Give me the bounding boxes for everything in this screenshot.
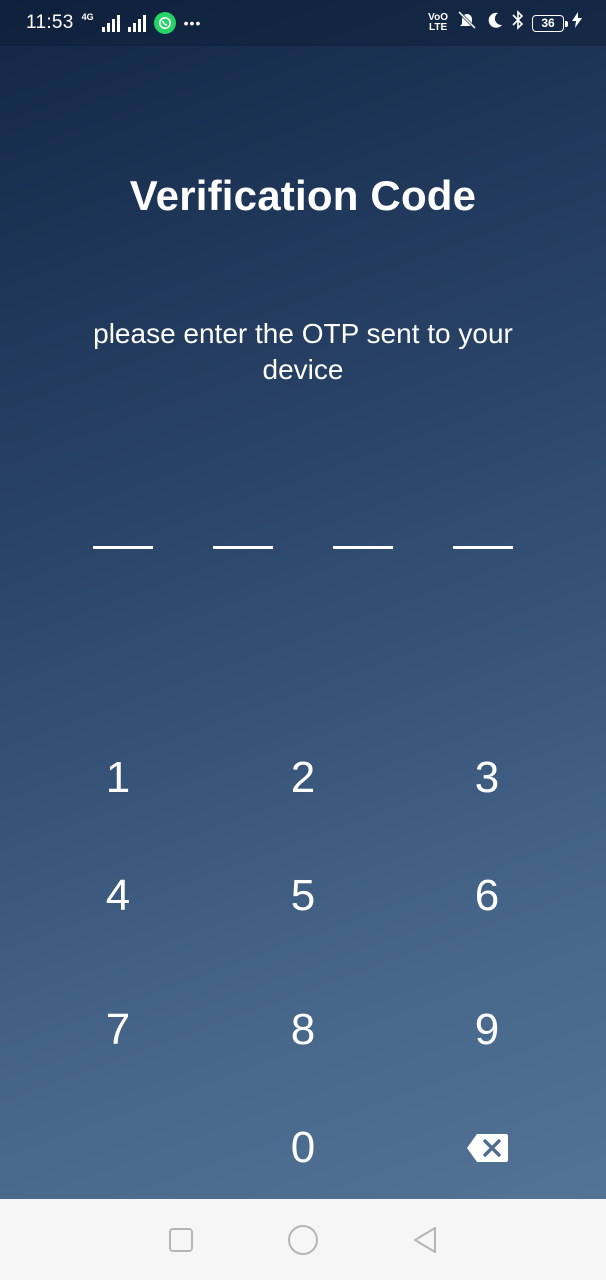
moon-icon bbox=[486, 11, 504, 35]
back-button[interactable] bbox=[405, 1220, 445, 1260]
key-3[interactable]: 3 bbox=[427, 728, 547, 828]
recents-button[interactable] bbox=[161, 1220, 201, 1260]
bluetooth-icon bbox=[512, 10, 524, 36]
backspace-button[interactable] bbox=[428, 1098, 548, 1198]
volte-icon: VoO LTE bbox=[428, 13, 448, 33]
signal-icon bbox=[101, 14, 120, 32]
otp-digit-4[interactable] bbox=[453, 546, 513, 549]
mute-icon bbox=[456, 10, 478, 36]
key-2[interactable]: 2 bbox=[243, 728, 363, 828]
system-nav-bar bbox=[0, 1199, 606, 1280]
key-7[interactable]: 7 bbox=[58, 980, 178, 1080]
whatsapp-icon bbox=[153, 12, 176, 34]
backspace-icon bbox=[467, 1134, 508, 1162]
key-0[interactable]: 0 bbox=[243, 1098, 363, 1198]
key-4[interactable]: 4 bbox=[58, 846, 178, 946]
key-8[interactable]: 8 bbox=[243, 980, 363, 1080]
home-icon bbox=[288, 1224, 318, 1255]
page-title: Verification Code bbox=[129, 172, 477, 219]
status-right: VoO LTE 36 bbox=[428, 10, 582, 36]
otp-input[interactable] bbox=[93, 546, 513, 550]
battery-icon: 36 bbox=[532, 14, 568, 32]
page-subtitle: please enter the OTP sent to your device bbox=[93, 318, 513, 385]
otp-digit-3[interactable] bbox=[333, 546, 393, 549]
key-1[interactable]: 1 bbox=[58, 728, 178, 828]
status-time: 11:53 bbox=[26, 12, 74, 33]
more-dots-icon: ••• bbox=[183, 15, 202, 31]
key-9[interactable]: 9 bbox=[427, 980, 547, 1080]
volte-label-bottom: LTE bbox=[429, 22, 448, 33]
key-6[interactable]: 6 bbox=[427, 846, 547, 946]
recents-icon bbox=[169, 1227, 193, 1252]
otp-digit-2[interactable] bbox=[213, 546, 273, 549]
status-bar: 11:53 4G ••• VoO LTE 36 bbox=[0, 0, 606, 46]
charging-icon bbox=[572, 12, 582, 34]
key-5[interactable]: 5 bbox=[243, 846, 363, 946]
otp-digit-1[interactable] bbox=[93, 546, 153, 549]
home-button[interactable] bbox=[283, 1220, 323, 1260]
network-type-label: 4G bbox=[81, 11, 94, 22]
battery-level: 36 bbox=[541, 16, 555, 30]
back-icon bbox=[414, 1226, 436, 1253]
status-left: 11:53 4G ••• bbox=[26, 12, 201, 34]
signal-icon-2 bbox=[127, 14, 146, 32]
